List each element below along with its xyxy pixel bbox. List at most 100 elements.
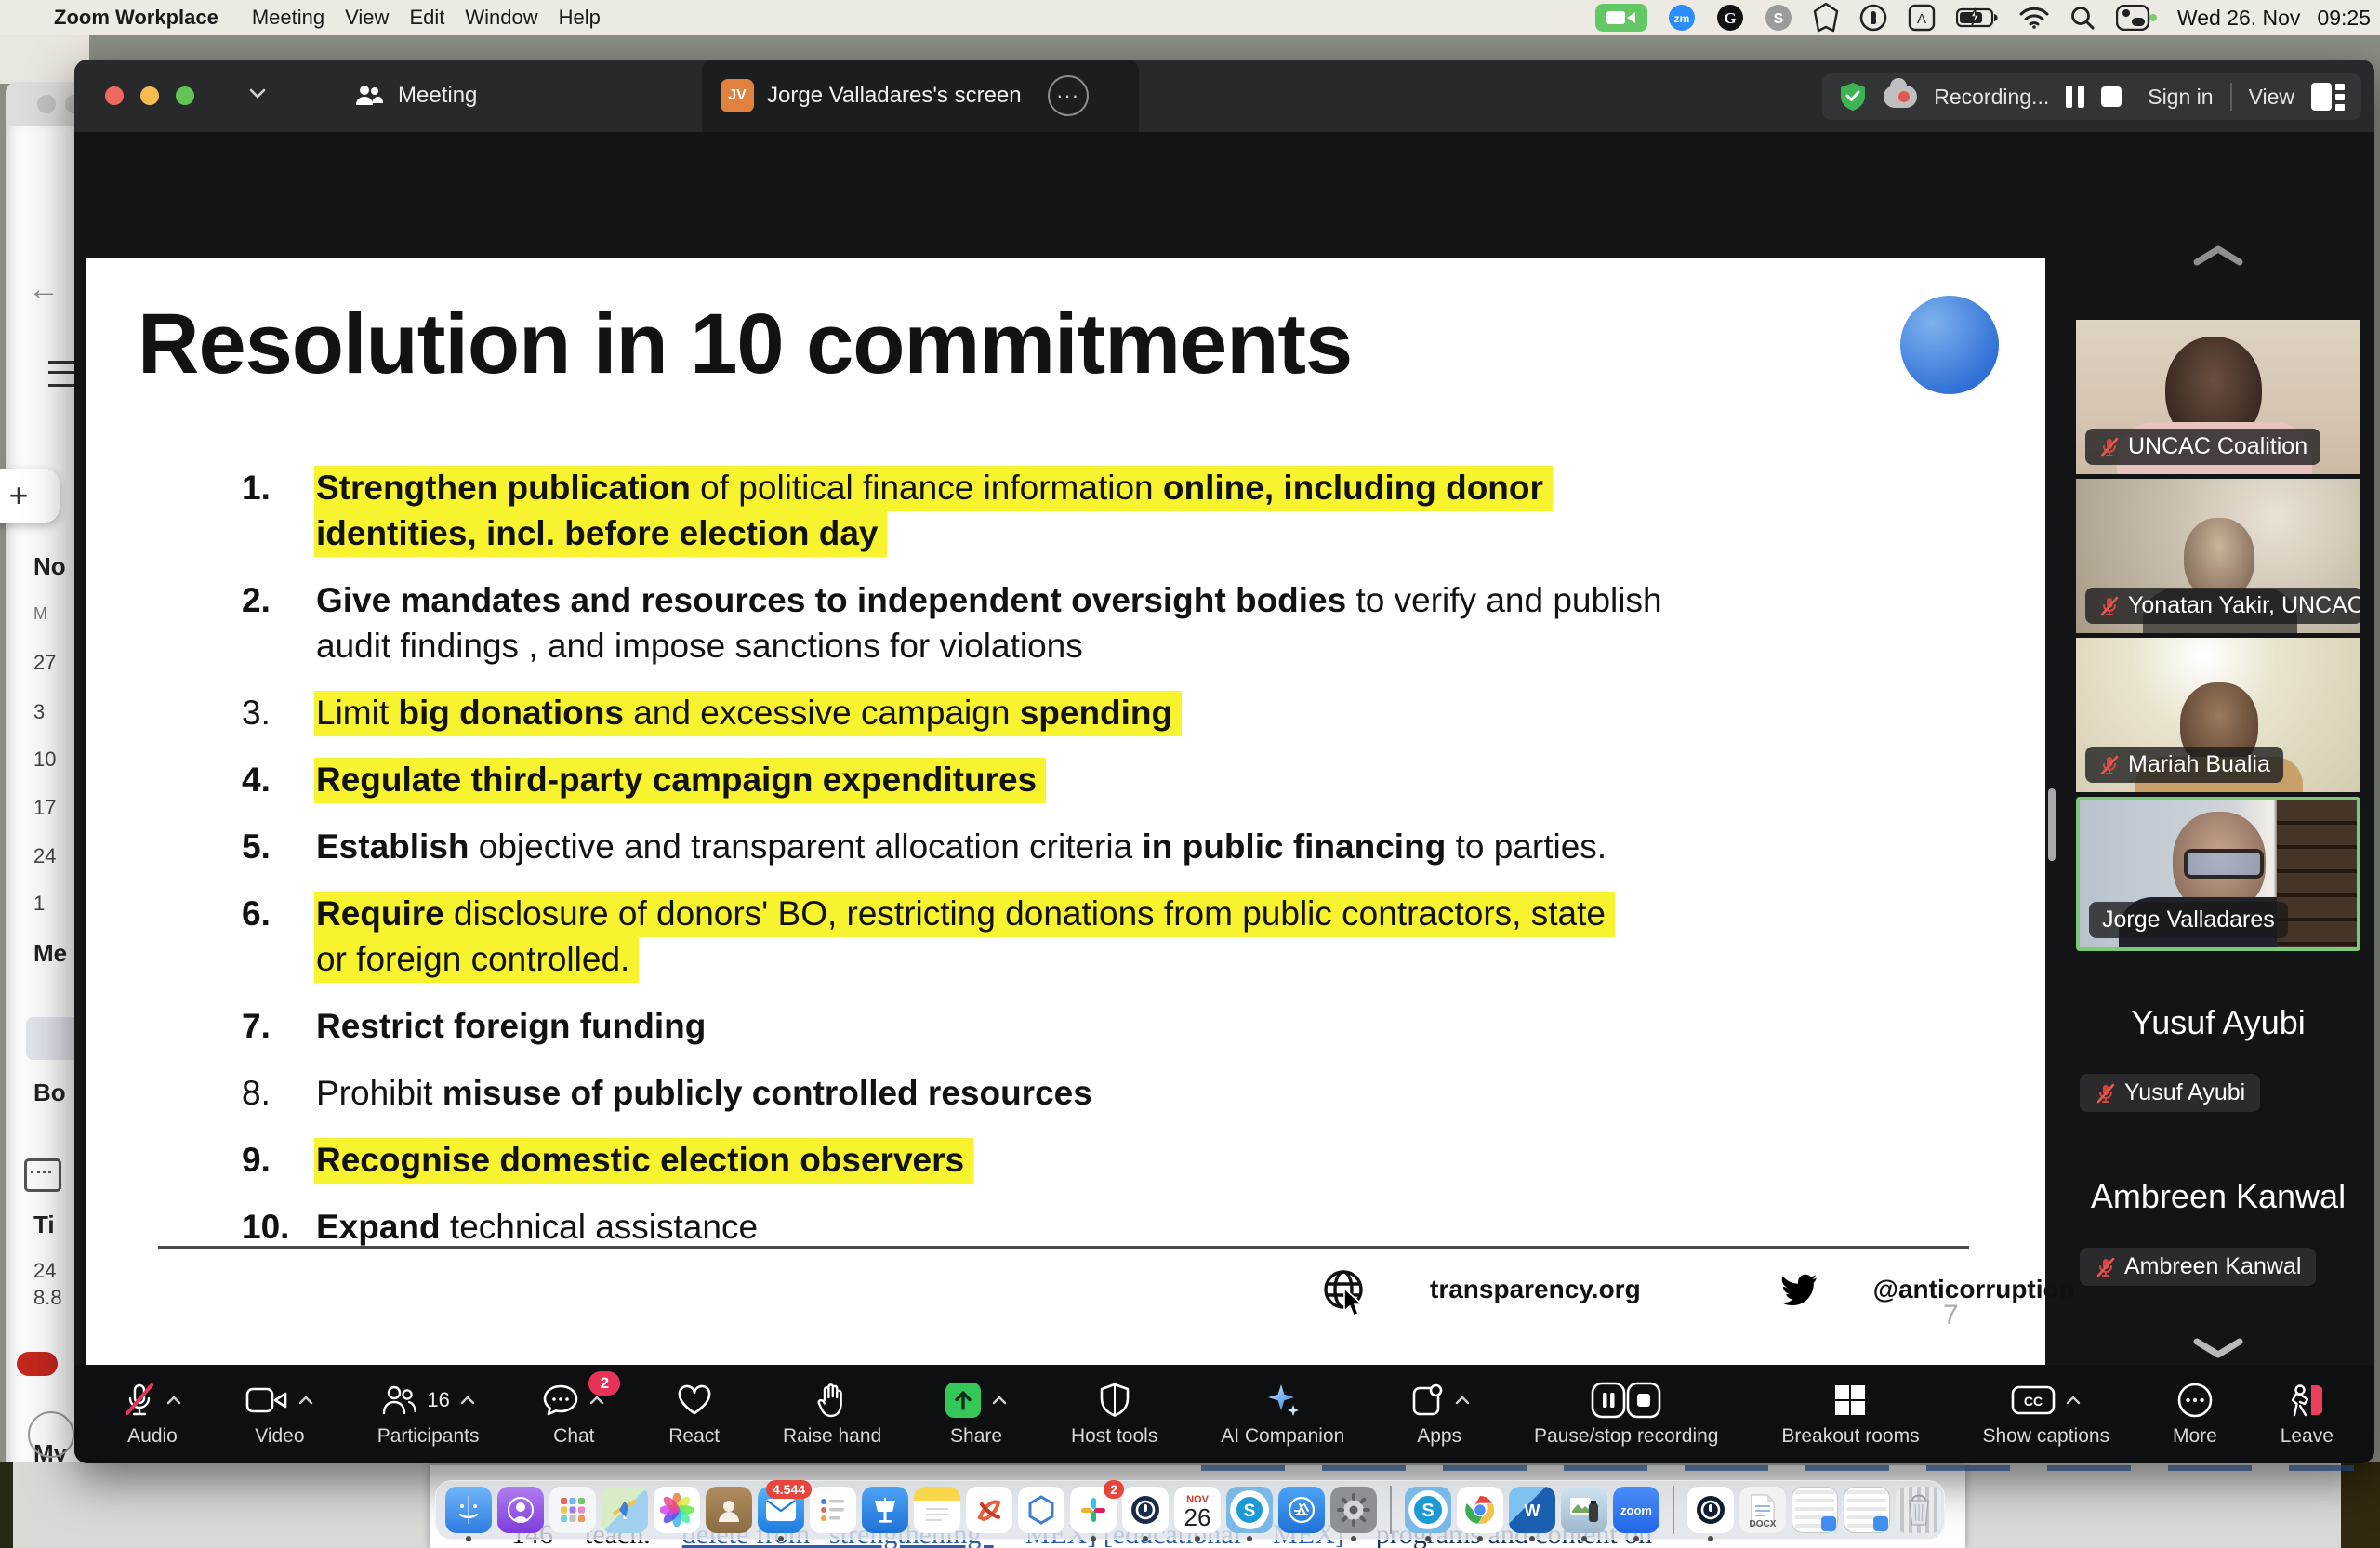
dock-item-chrome[interactable]: [1457, 1487, 1503, 1533]
shortcuts-icon[interactable]: S: [1765, 4, 1792, 32]
minimize-button[interactable]: [140, 86, 159, 105]
skype-icon: S: [1405, 1487, 1451, 1533]
dock-item-mail[interactable]: 4.544: [758, 1487, 804, 1533]
dock-item-photos[interactable]: [654, 1487, 700, 1533]
zoom-app-icon[interactable]: zm: [1668, 4, 1696, 32]
hamburger-menu-icon[interactable]: [48, 361, 76, 387]
background-sidebar-text: Ti: [33, 1211, 55, 1239]
tab-meeting[interactable]: Meeting: [353, 60, 477, 132]
chevron-up-icon[interactable]: [588, 1395, 605, 1406]
chevron-up-icon[interactable]: [2065, 1395, 2082, 1406]
dock-item-skype-s[interactable]: S: [1226, 1487, 1273, 1533]
scrollbar[interactable]: [2048, 788, 2056, 861]
toolbar-more-button[interactable]: More: [2173, 1381, 2217, 1448]
spotlight-icon[interactable]: [2069, 4, 2096, 32]
toolbar-apps-button[interactable]: Apps: [1408, 1381, 1471, 1448]
participants-scroll-up-icon[interactable]: [2069, 244, 2368, 277]
dock-item-hexagon[interactable]: [1018, 1487, 1064, 1533]
video-tile-2[interactable]: Yonatan Yakir, UNCAC C...: [2076, 479, 2360, 633]
toolbar-participants-button[interactable]: 16Participants: [377, 1381, 480, 1448]
grid-icon: [1832, 1383, 1868, 1418]
toolbar-pause-stop-recording-button[interactable]: Pause/stop recording: [1534, 1381, 1718, 1448]
chevron-up-icon[interactable]: [298, 1395, 314, 1406]
dock-item-window2[interactable]: [1844, 1487, 1890, 1533]
tab-shared-screen[interactable]: JV Jorge Valladares's screen ···: [702, 60, 1139, 132]
menu-item-window[interactable]: Window: [465, 6, 537, 30]
add-button[interactable]: +: [0, 469, 60, 523]
dock-item-window1[interactable]: [1792, 1487, 1838, 1533]
dock-item-appstore[interactable]: [1278, 1487, 1325, 1533]
menu-item-view[interactable]: View: [345, 6, 389, 30]
dock-item-zoom[interactable]: zoom: [1613, 1487, 1659, 1533]
video-tile-1[interactable]: UNCAC Coalition: [2076, 320, 2360, 474]
chevron-up-icon[interactable]: [459, 1395, 476, 1406]
toolbar-ai-companion-button[interactable]: AI Companion: [1221, 1381, 1344, 1448]
toolbar-raise-hand-button[interactable]: Raise hand: [783, 1381, 881, 1448]
dock-item-craft[interactable]: [966, 1487, 1012, 1533]
chevron-down-icon[interactable]: [246, 86, 269, 102]
chevron-up-icon[interactable]: [1454, 1395, 1471, 1406]
chevron-up-icon[interactable]: [165, 1395, 182, 1406]
menu-item-edit[interactable]: Edit: [409, 6, 444, 30]
toolbar-host-tools-button[interactable]: Host tools: [1071, 1381, 1157, 1448]
toolbar-audio-button[interactable]: Audio: [123, 1381, 182, 1448]
pause-recording-icon[interactable]: [2066, 86, 2084, 108]
toolbar-video-button[interactable]: Video: [245, 1381, 314, 1448]
dock-item-keynote[interactable]: [862, 1487, 908, 1533]
glasses: [2184, 849, 2264, 879]
dock-item-notes[interactable]: [914, 1487, 960, 1533]
close-button[interactable]: [105, 86, 124, 105]
menu-time[interactable]: 09:25: [2317, 6, 2371, 31]
view-layout-icon[interactable]: [2311, 83, 2345, 111]
grammarly-icon[interactable]: G: [1716, 4, 1744, 32]
menu-date[interactable]: Wed 26. Nov: [2177, 6, 2301, 31]
dock-item-trash[interactable]: [1896, 1487, 1942, 1533]
view-button[interactable]: View: [2249, 85, 2294, 110]
menu-item-meeting[interactable]: Meeting: [252, 6, 324, 30]
sign-in-button[interactable]: Sign in: [2148, 85, 2213, 110]
toolbar-leave-button[interactable]: Leave: [2281, 1381, 2334, 1448]
dock-item-onepassword[interactable]: [1122, 1487, 1169, 1533]
battery-icon[interactable]: [1956, 4, 1999, 32]
dock-item-podcasts[interactable]: [497, 1487, 544, 1533]
chevron-up-icon[interactable]: [991, 1395, 1008, 1406]
dock-item-preview[interactable]: [1561, 1487, 1607, 1533]
audio-participant-2[interactable]: Ambreen KanwalAmbreen Kanwal: [2069, 1177, 2368, 1286]
back-arrow-icon[interactable]: ←: [28, 271, 60, 308]
dock-item-skype[interactable]: S: [1405, 1487, 1451, 1533]
toolbar-share-button[interactable]: Share: [945, 1381, 1008, 1448]
tab-options-icon[interactable]: ···: [1048, 75, 1089, 116]
chat-icon: [542, 1383, 579, 1417]
toolbar-chat-button[interactable]: 2Chat: [542, 1381, 605, 1448]
toolbar-button-label: React: [668, 1425, 720, 1448]
video-tile-3[interactable]: Mariah Bualia: [2076, 638, 2360, 792]
control-center-icon[interactable]: [2116, 4, 2157, 32]
security-shield-icon[interactable]: [1839, 82, 1867, 112]
dock-item-calendar[interactable]: NOV26: [1174, 1487, 1221, 1533]
dock-item-launchpad[interactable]: [549, 1487, 596, 1533]
zoom-fullscreen-button[interactable]: [176, 86, 194, 105]
dock-item-reminders[interactable]: [810, 1487, 856, 1533]
one-password-icon[interactable]: [1859, 4, 1887, 32]
toolbar-show-captions-button[interactable]: CCShow captions: [1982, 1381, 2109, 1448]
chat-badge: 2: [588, 1371, 620, 1396]
dock-item-word[interactable]: W: [1509, 1487, 1555, 1533]
audio-participant-1[interactable]: Yusuf AyubiYusuf Ayubi: [2069, 1003, 2368, 1112]
dock-item-finder[interactable]: [445, 1487, 492, 1533]
dock-item-slack[interactable]: 2: [1070, 1487, 1117, 1533]
input-source-icon[interactable]: A: [1908, 4, 1936, 32]
dock-item-contacts[interactable]: [706, 1487, 752, 1533]
wifi-icon[interactable]: [2019, 4, 2049, 32]
screen-recording-icon[interactable]: [1595, 4, 1647, 32]
toolbar-react-button[interactable]: React: [668, 1381, 720, 1448]
video-tile-4[interactable]: Jorge Valladares: [2076, 797, 2360, 951]
obsidian-icon[interactable]: [1813, 4, 1839, 32]
stop-recording-icon[interactable]: [2101, 86, 2122, 107]
toolbar-breakout-rooms-button[interactable]: Breakout rooms: [1781, 1381, 1919, 1448]
menu-app-name[interactable]: Zoom Workplace: [54, 6, 218, 30]
dock-item-maps[interactable]: [602, 1487, 648, 1533]
menu-item-help[interactable]: Help: [559, 6, 601, 30]
dock-item-onepassword2[interactable]: [1687, 1487, 1734, 1533]
dock-item-docx[interactable]: DOCX: [1739, 1487, 1786, 1533]
dock-item-settings[interactable]: [1330, 1487, 1377, 1533]
